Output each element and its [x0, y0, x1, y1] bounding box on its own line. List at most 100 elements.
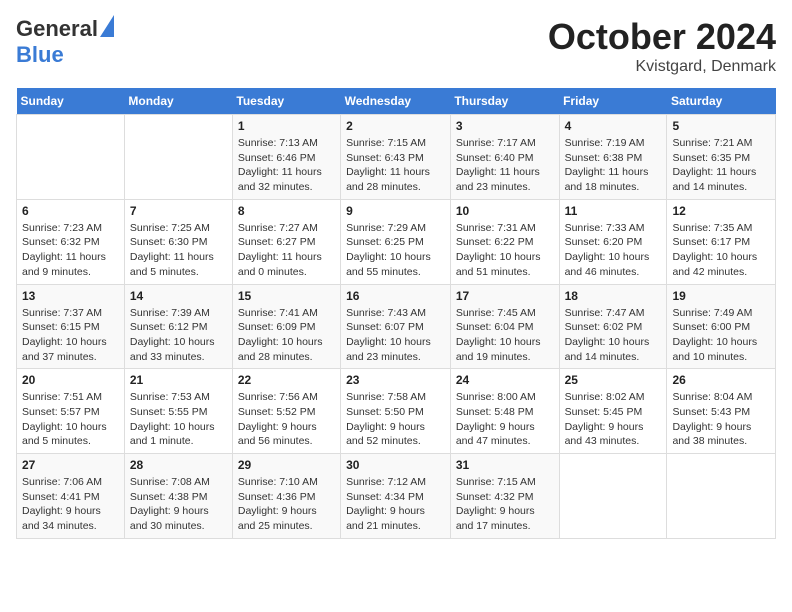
day-number: 20 [22, 373, 119, 387]
day-info: Sunrise: 7:49 AM Sunset: 6:00 PM Dayligh… [672, 306, 770, 365]
day-info: Sunrise: 7:47 AM Sunset: 6:02 PM Dayligh… [565, 306, 662, 365]
calendar-cell: 16Sunrise: 7:43 AM Sunset: 6:07 PM Dayli… [341, 284, 451, 369]
day-info: Sunrise: 7:56 AM Sunset: 5:52 PM Dayligh… [238, 390, 335, 449]
day-number: 11 [565, 204, 662, 218]
header-monday: Monday [124, 88, 232, 115]
header-tuesday: Tuesday [232, 88, 340, 115]
calendar-cell [667, 454, 776, 539]
calendar-cell: 1 Sunrise: 7:13 AM Sunset: 6:46 PM Daylig… [232, 115, 340, 200]
day-info: Sunrise: 7:25 AM Sunset: 6:30 PM Dayligh… [130, 221, 227, 280]
day-number: 25 [565, 373, 662, 387]
weekday-header-row: Sunday Monday Tuesday Wednesday Thursday… [17, 88, 776, 115]
day-info: Sunrise: 7:15 AM Sunset: 4:32 PM Dayligh… [456, 475, 554, 534]
day-info: Sunrise: 7:41 AM Sunset: 6:09 PM Dayligh… [238, 306, 335, 365]
day-number: 7 [130, 204, 227, 218]
day-info: Sunrise: 7:29 AM Sunset: 6:25 PM Dayligh… [346, 221, 445, 280]
day-number: 30 [346, 458, 445, 472]
day-number: 21 [130, 373, 227, 387]
day-number: 22 [238, 373, 335, 387]
calendar-cell: 18 Sunrise: 7:47 AM Sunset: 6:02 PM Dayli… [559, 284, 667, 369]
day-info: Sunrise: 7:10 AM Sunset: 4:36 PM Dayligh… [238, 475, 335, 534]
day-info: Sunrise: 8:02 AM Sunset: 5:45 PM Dayligh… [565, 390, 662, 449]
calendar-cell: 22 Sunrise: 7:56 AM Sunset: 5:52 PM Dayli… [232, 369, 340, 454]
calendar-cell: 23Sunrise: 7:58 AM Sunset: 5:50 PM Dayli… [341, 369, 451, 454]
day-info: Sunrise: 7:33 AM Sunset: 6:20 PM Dayligh… [565, 221, 662, 280]
calendar-cell: 21 Sunrise: 7:53 AM Sunset: 5:55 PM Dayli… [124, 369, 232, 454]
calendar-week-4: 20 Sunrise: 7:51 AM Sunset: 5:57 PM Dayli… [17, 369, 776, 454]
day-number: 23 [346, 373, 445, 387]
day-info: Sunrise: 7:27 AM Sunset: 6:27 PM Dayligh… [238, 221, 335, 280]
calendar-cell: 27Sunrise: 7:06 AM Sunset: 4:41 PM Dayli… [17, 454, 125, 539]
day-info: Sunrise: 7:15 AM Sunset: 6:43 PM Dayligh… [346, 136, 445, 195]
day-info: Sunrise: 7:17 AM Sunset: 6:40 PM Dayligh… [456, 136, 554, 195]
day-number: 28 [130, 458, 227, 472]
calendar-week-5: 27Sunrise: 7:06 AM Sunset: 4:41 PM Dayli… [17, 454, 776, 539]
calendar-cell: 2 Sunrise: 7:15 AM Sunset: 6:43 PM Daylig… [341, 115, 451, 200]
day-number: 26 [672, 373, 770, 387]
calendar-cell: 19 Sunrise: 7:49 AM Sunset: 6:00 PM Dayli… [667, 284, 776, 369]
day-number: 15 [238, 289, 335, 303]
day-info: Sunrise: 7:51 AM Sunset: 5:57 PM Dayligh… [22, 390, 119, 449]
day-number: 2 [346, 119, 445, 133]
calendar-cell: 13 Sunrise: 7:37 AM Sunset: 6:15 PM Dayli… [17, 284, 125, 369]
calendar-cell: 30 Sunrise: 7:12 AM Sunset: 4:34 PM Dayli… [341, 454, 451, 539]
month-title: October 2024 [548, 16, 776, 58]
day-number: 17 [456, 289, 554, 303]
day-info: Sunrise: 7:06 AM Sunset: 4:41 PM Dayligh… [22, 475, 119, 534]
calendar-cell: 7 Sunrise: 7:25 AM Sunset: 6:30 PM Daylig… [124, 199, 232, 284]
calendar-cell: 9 Sunrise: 7:29 AM Sunset: 6:25 PM Daylig… [341, 199, 451, 284]
location-title: Kvistgard, Denmark [548, 58, 776, 76]
day-info: Sunrise: 7:53 AM Sunset: 5:55 PM Dayligh… [130, 390, 227, 449]
day-info: Sunrise: 7:13 AM Sunset: 6:46 PM Dayligh… [238, 136, 335, 195]
calendar-cell: 3 Sunrise: 7:17 AM Sunset: 6:40 PM Daylig… [450, 115, 559, 200]
day-info: Sunrise: 7:21 AM Sunset: 6:35 PM Dayligh… [672, 136, 770, 195]
calendar-cell: 25 Sunrise: 8:02 AM Sunset: 5:45 PM Dayli… [559, 369, 667, 454]
title-section: October 2024 Kvistgard, Denmark [548, 16, 776, 76]
day-number: 13 [22, 289, 119, 303]
header-wednesday: Wednesday [341, 88, 451, 115]
header-friday: Friday [559, 88, 667, 115]
day-number: 12 [672, 204, 770, 218]
day-number: 10 [456, 204, 554, 218]
calendar-week-2: 6Sunrise: 7:23 AM Sunset: 6:32 PM Daylig… [17, 199, 776, 284]
header-saturday: Saturday [667, 88, 776, 115]
day-number: 3 [456, 119, 554, 133]
calendar-body: 1 Sunrise: 7:13 AM Sunset: 6:46 PM Daylig… [17, 115, 776, 539]
day-info: Sunrise: 8:04 AM Sunset: 5:43 PM Dayligh… [672, 390, 770, 449]
day-info: Sunrise: 7:08 AM Sunset: 4:38 PM Dayligh… [130, 475, 227, 534]
day-number: 4 [565, 119, 662, 133]
logo: General Blue [16, 16, 114, 68]
calendar-cell: 20 Sunrise: 7:51 AM Sunset: 5:57 PM Dayli… [17, 369, 125, 454]
day-info: Sunrise: 7:39 AM Sunset: 6:12 PM Dayligh… [130, 306, 227, 365]
calendar-cell: 6Sunrise: 7:23 AM Sunset: 6:32 PM Daylig… [17, 199, 125, 284]
day-number: 14 [130, 289, 227, 303]
calendar-week-3: 13 Sunrise: 7:37 AM Sunset: 6:15 PM Dayli… [17, 284, 776, 369]
day-number: 29 [238, 458, 335, 472]
day-info: Sunrise: 7:23 AM Sunset: 6:32 PM Dayligh… [22, 221, 119, 280]
calendar-cell: 12 Sunrise: 7:35 AM Sunset: 6:17 PM Dayli… [667, 199, 776, 284]
day-info: Sunrise: 7:12 AM Sunset: 4:34 PM Dayligh… [346, 475, 445, 534]
calendar-cell: 5 Sunrise: 7:21 AM Sunset: 6:35 PM Daylig… [667, 115, 776, 200]
calendar-cell [17, 115, 125, 200]
day-number: 24 [456, 373, 554, 387]
calendar-cell: 29 Sunrise: 7:10 AM Sunset: 4:36 PM Dayli… [232, 454, 340, 539]
logo-blue-text: Blue [16, 42, 64, 68]
day-number: 19 [672, 289, 770, 303]
day-number: 31 [456, 458, 554, 472]
calendar-cell: 15 Sunrise: 7:41 AM Sunset: 6:09 PM Dayli… [232, 284, 340, 369]
logo-general-text: General [16, 16, 98, 42]
day-info: Sunrise: 7:19 AM Sunset: 6:38 PM Dayligh… [565, 136, 662, 195]
day-number: 18 [565, 289, 662, 303]
page-header: General Blue October 2024 Kvistgard, Den… [16, 16, 776, 76]
day-info: Sunrise: 7:31 AM Sunset: 6:22 PM Dayligh… [456, 221, 554, 280]
calendar-table: Sunday Monday Tuesday Wednesday Thursday… [16, 88, 776, 539]
calendar-cell [124, 115, 232, 200]
day-number: 1 [238, 119, 335, 133]
calendar-cell: 24Sunrise: 8:00 AM Sunset: 5:48 PM Dayli… [450, 369, 559, 454]
day-info: Sunrise: 7:37 AM Sunset: 6:15 PM Dayligh… [22, 306, 119, 365]
day-number: 5 [672, 119, 770, 133]
day-number: 9 [346, 204, 445, 218]
day-info: Sunrise: 7:35 AM Sunset: 6:17 PM Dayligh… [672, 221, 770, 280]
day-number: 8 [238, 204, 335, 218]
logo-triangle-icon [100, 15, 114, 37]
